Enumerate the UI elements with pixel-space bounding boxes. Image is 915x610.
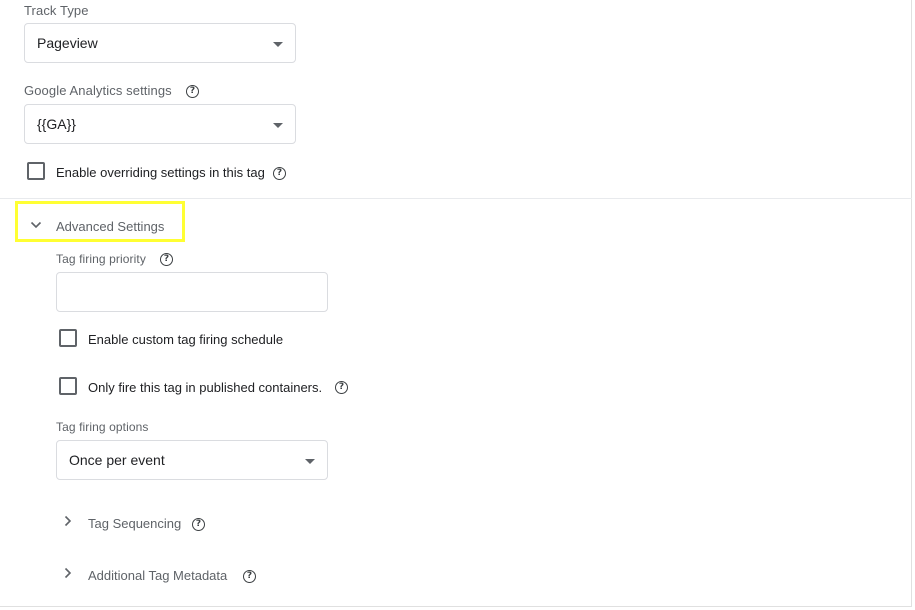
arrow-drop-down-icon [305,459,315,464]
tag-sequencing-title: Tag Sequencing [88,516,182,531]
ga-settings-value: {{GA}} [37,116,76,132]
track-type-label: Track Type [24,3,89,18]
override-settings-label: Enable overriding settings in this tag [56,165,265,180]
tag-firing-options-value: Once per event [69,452,165,468]
help-circle-icon[interactable]: ? [186,85,199,98]
custom-schedule-label: Enable custom tag firing schedule [88,332,284,347]
tag-firing-options-select[interactable]: Once per event [56,440,328,480]
tag-firing-options-label: Tag firing options [56,420,149,434]
tag-firing-priority-label: Tag firing priority [56,252,146,266]
override-settings-checkbox[interactable] [27,162,45,180]
ga-settings-select[interactable]: {{GA}} [24,104,296,144]
section-divider [0,198,912,199]
arrow-drop-down-icon [273,123,283,128]
track-type-select[interactable]: Pageview [24,23,296,63]
tag-firing-priority-input[interactable] [56,272,328,312]
help-circle-icon[interactable]: ? [273,167,286,180]
arrow-drop-down-icon [273,42,283,47]
chevron-down-icon [30,221,42,229]
custom-schedule-checkbox[interactable] [59,329,77,347]
chevron-right-icon [64,567,72,579]
help-circle-icon[interactable]: ? [192,518,205,531]
help-circle-icon[interactable]: ? [160,253,173,266]
tag-configuration-panel: Track Type Pageview Google Analytics set… [0,0,912,607]
additional-metadata-title: Additional Tag Metadata [88,568,228,583]
ga-settings-label: Google Analytics settings [24,83,172,98]
help-circle-icon[interactable]: ? [243,570,256,583]
published-only-label: Only fire this tag in published containe… [88,380,323,395]
chevron-right-icon [64,515,72,527]
track-type-value: Pageview [37,35,98,51]
advanced-settings-title: Advanced Settings [56,219,165,234]
published-only-checkbox[interactable] [59,377,77,395]
help-circle-icon[interactable]: ? [335,381,348,394]
